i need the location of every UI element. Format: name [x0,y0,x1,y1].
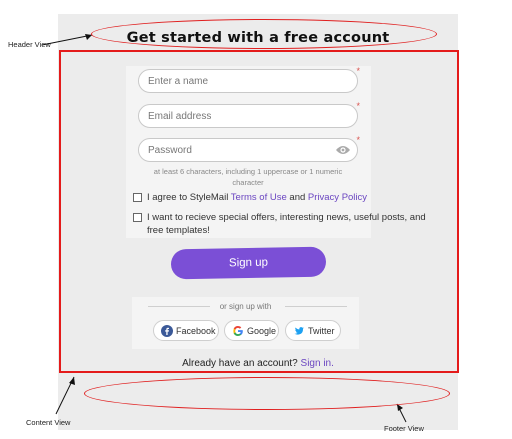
content-arrow [55,376,75,415]
content-view-label: Content View [26,418,71,427]
content-view-highlight [59,50,459,373]
footer-view-highlight [84,377,450,410]
header-view-highlight [91,19,437,49]
footer-view-label: Footer View [384,424,424,433]
